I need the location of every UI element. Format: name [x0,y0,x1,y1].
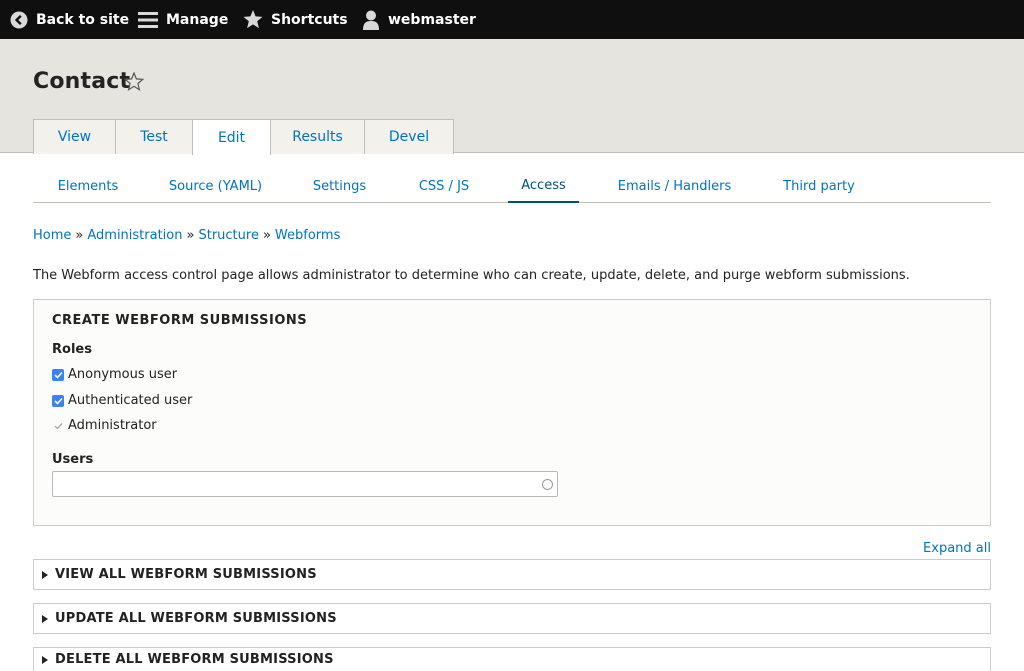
tab-label: View [57,129,92,145]
breadcrumb-webforms[interactable]: Webforms [275,228,340,243]
details-summary: VIEW ALL WEBFORM SUBMISSIONS [55,567,317,582]
back-to-site-link[interactable]: Back to site [10,0,129,39]
users-autocomplete-input[interactable] [52,471,558,497]
autocomplete-throbber-icon [542,479,553,490]
breadcrumb-administration[interactable]: Administration [87,228,182,243]
checkmark-icon [53,397,63,405]
user-menu-button[interactable]: webmaster [362,0,476,39]
subtab-label: CSS / JS [418,179,470,194]
back-to-site-label: Back to site [36,11,130,28]
user-icon [363,10,379,30]
subtab-label: Emails / Handlers [617,179,732,194]
chevron-left-circle-icon [10,11,28,28]
shortcuts-menu-button[interactable]: Shortcuts [243,0,348,39]
breadcrumb-separator: » [262,228,271,243]
subtab-label: Access [521,178,566,193]
checkmark-icon [53,371,63,379]
subtab-settings[interactable]: Settings [293,170,386,203]
page-description: The Webform access control page allows a… [33,268,910,283]
authenticated-user-checkbox[interactable] [52,394,64,407]
subtab-access[interactable]: Access [508,170,579,203]
breadcrumb-structure[interactable]: Structure [198,228,258,243]
administrator-checkbox [52,420,64,432]
details-summary: DELETE ALL WEBFORM SUBMISSIONS [55,652,334,667]
subtab-source-yaml[interactable]: Source (YAML) [153,170,278,203]
tab-label: Test [140,129,168,145]
subtab-label: Settings [312,179,367,194]
subtab-label: Source (YAML) [168,179,263,194]
tab-label: Devel [388,129,430,145]
details-view-all-submissions[interactable]: VIEW ALL WEBFORM SUBMISSIONS [33,559,991,590]
tab-view[interactable]: View [33,119,116,154]
breadcrumb-home[interactable]: Home [33,228,71,243]
checkmark-icon [54,422,63,430]
subtab-emails-handlers[interactable]: Emails / Handlers [603,170,746,203]
anonymous-user-checkbox[interactable] [52,368,64,381]
create-submissions-fieldset: CREATE WEBFORM SUBMISSIONS Roles Anonymo… [33,299,991,526]
star-outline-icon[interactable] [124,72,144,91]
subtab-label: Third party [783,179,855,194]
tab-test[interactable]: Test [115,119,193,154]
details-update-all-submissions[interactable]: UPDATE ALL WEBFORM SUBMISSIONS [33,603,991,634]
tab-label: Edit [217,129,246,146]
triangle-right-icon [42,655,48,664]
subtab-css-js[interactable]: CSS / JS [403,170,485,203]
users-label: Users [52,452,94,467]
shortcuts-label: Shortcuts [271,11,348,28]
expand-all-link[interactable]: Expand all [923,541,991,556]
subtab-label: Elements [57,179,119,194]
tab-results[interactable]: Results [270,119,365,154]
tab-devel[interactable]: Devel [364,119,454,154]
roles-label: Roles [52,342,92,357]
tab-edit[interactable]: Edit [192,119,271,155]
user-label: webmaster [388,11,476,28]
details-summary: UPDATE ALL WEBFORM SUBMISSIONS [55,611,337,626]
role-administrator: Administrator [52,418,157,433]
tab-label: Results [292,129,343,145]
triangle-right-icon [42,570,48,579]
manage-menu-button[interactable]: Manage [138,0,228,39]
subtab-third-party[interactable]: Third party [768,170,870,203]
administrator-label: Administrator [68,418,157,433]
page-title: Contact [33,69,131,94]
role-anonymous-user[interactable]: Anonymous user [52,367,177,382]
anonymous-user-label: Anonymous user [68,367,178,382]
breadcrumb-separator: » [75,228,84,243]
admin-toolbar: Back to site Manage Shortcuts webmaster [0,0,1024,39]
authenticated-user-label: Authenticated user [68,393,193,408]
triangle-right-icon [42,614,48,623]
fieldset-legend: CREATE WEBFORM SUBMISSIONS [52,313,308,328]
role-authenticated-user[interactable]: Authenticated user [52,393,192,408]
secondary-tabs: Elements Source (YAML) Settings CSS / JS… [33,170,991,203]
star-icon [243,10,263,29]
hamburger-menu-icon [138,11,158,28]
subtab-elements[interactable]: Elements [33,170,143,203]
details-delete-all-submissions[interactable]: DELETE ALL WEBFORM SUBMISSIONS [33,647,991,671]
breadcrumb: Home» Administration» Structure» Webforms [33,228,340,243]
manage-label: Manage [166,11,229,28]
primary-tabs: View Test Edit Results Devel [33,119,454,155]
page-header: Contact View Test Edit Results Devel [0,39,1024,155]
breadcrumb-separator: » [186,228,195,243]
